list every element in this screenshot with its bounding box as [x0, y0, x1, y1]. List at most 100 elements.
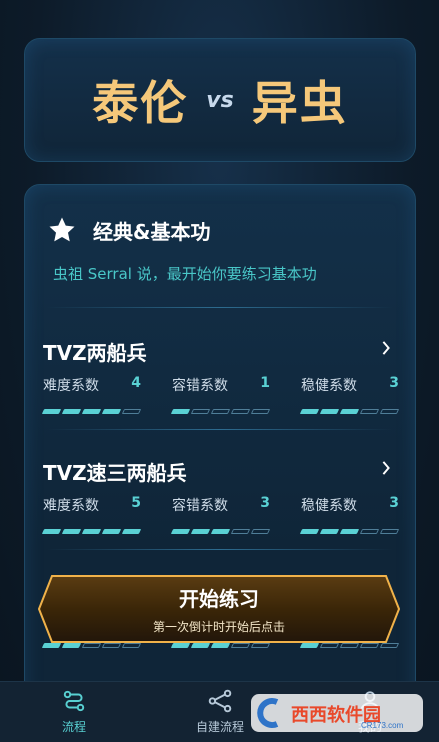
level-segment: [299, 643, 320, 648]
level-segment: [101, 643, 122, 648]
level-segment: [121, 529, 142, 534]
tab-custom-flow[interactable]: 自建流程: [180, 682, 260, 742]
stat-value: 1: [260, 375, 270, 391]
level-bar: [170, 409, 271, 414]
level-segment: [210, 643, 231, 648]
level-segment: [379, 643, 400, 648]
level-segment: [81, 529, 102, 534]
level-segment: [319, 643, 340, 648]
section-header: 经典&基本功: [47, 215, 210, 245]
level-segment: [339, 409, 360, 414]
level-segment: [210, 529, 231, 534]
watermark-url: CR173.com: [361, 721, 404, 730]
level-segment: [379, 409, 400, 414]
level-segment: [81, 409, 102, 414]
level-segment: [230, 529, 251, 534]
level-segment: [319, 409, 340, 414]
tab-label: 流程: [61, 720, 86, 734]
level-segment: [359, 529, 380, 534]
level-segment: [379, 529, 400, 534]
exercise-stats: [41, 643, 400, 648]
section-title: 经典&基本功: [93, 219, 211, 244]
level-segment: [121, 409, 142, 414]
level-segment: [121, 643, 142, 648]
exercise-item-partial: [41, 643, 400, 663]
tab-label: 自建流程: [195, 720, 244, 734]
stat-label: 难度系数: [43, 378, 99, 394]
stat-stability: 稳健系数 3: [299, 495, 400, 534]
level-bar: [170, 643, 271, 648]
level-segment: [339, 643, 360, 648]
level-segment: [170, 643, 191, 648]
stat-difficulty: 难度系数 5: [41, 495, 142, 534]
level-segment: [61, 643, 82, 648]
exercise-stats: 难度系数 5 容错系数 3 稳健系数 3: [41, 495, 400, 534]
watermark-graphic: 西西软件园 CR173.com: [251, 694, 423, 732]
chevron-right-icon: [382, 461, 390, 475]
star-icon: [49, 217, 75, 242]
level-segment: [319, 529, 340, 534]
flow-icon: [63, 690, 85, 712]
level-segment: [299, 409, 320, 414]
divider: [47, 429, 393, 430]
right-race-title: 异虫: [251, 76, 348, 130]
level-segment: [339, 529, 360, 534]
level-segment: [250, 643, 271, 648]
level-segment: [359, 643, 380, 648]
level-segment: [299, 529, 320, 534]
stat-partial: [299, 643, 400, 648]
level-segment: [359, 409, 380, 414]
vs-label: vs: [206, 87, 234, 113]
exercise-item[interactable]: TVZ两船兵 难度系数 4 容错系数 1 稳健系数 3: [41, 337, 400, 427]
start-practice-button[interactable]: 开始练习 第一次倒计时开始后点击: [38, 575, 400, 643]
divider: [47, 549, 393, 550]
level-segment: [41, 643, 62, 648]
exercise-stats: 难度系数 4 容错系数 1 稳健系数 3: [41, 375, 400, 414]
level-bar: [41, 529, 142, 534]
stat-label: 稳健系数: [301, 378, 357, 394]
watermark-logo: 西西软件园 CR173.com: [251, 690, 423, 734]
level-segment: [190, 643, 211, 648]
start-button-hint: 第一次倒计时开始后点击: [152, 620, 285, 634]
level-bar: [299, 529, 400, 534]
share-icon: [208, 689, 232, 713]
chevron-right-icon: [382, 341, 390, 355]
level-bar: [170, 529, 271, 534]
level-segment: [61, 529, 82, 534]
level-segment: [230, 643, 251, 648]
level-segment: [81, 643, 102, 648]
level-segment: [190, 529, 211, 534]
level-segment: [170, 529, 191, 534]
matchup-header: 泰伦 vs 异虫: [24, 38, 416, 162]
exercise-item[interactable]: TVZ速三两船兵 难度系数 5 容错系数 3 稳健系数 3: [41, 457, 400, 547]
exercise-name: TVZ两船兵: [43, 341, 147, 365]
stat-stability: 稳健系数 3: [299, 375, 400, 414]
stat-value: 3: [260, 495, 270, 511]
start-button-label: 开始练习: [179, 587, 259, 611]
level-segment: [101, 529, 122, 534]
stat-tolerance: 容错系数 1: [170, 375, 271, 414]
level-bar: [299, 643, 400, 648]
stat-value: 5: [131, 495, 141, 511]
section-subtitle: 虫祖 Serral 说，最开始你要练习基本功: [53, 265, 317, 283]
stat-label: 难度系数: [43, 498, 99, 514]
stat-value: 3: [389, 375, 399, 391]
level-segment: [250, 409, 271, 414]
level-segment: [210, 409, 231, 414]
left-race-title: 泰伦: [92, 76, 189, 130]
tab-flow[interactable]: 流程: [34, 682, 114, 742]
stat-value: 3: [389, 495, 399, 511]
level-segment: [61, 409, 82, 414]
level-bar: [41, 643, 142, 648]
level-bar: [41, 409, 142, 414]
level-segment: [230, 409, 251, 414]
stat-partial: [41, 643, 142, 648]
divider: [47, 307, 393, 308]
stat-label: 稳健系数: [301, 498, 357, 514]
stat-tolerance: 容错系数 3: [170, 495, 271, 534]
level-segment: [170, 409, 191, 414]
stat-difficulty: 难度系数 4: [41, 375, 142, 414]
level-segment: [41, 409, 62, 414]
level-segment: [101, 409, 122, 414]
level-segment: [41, 529, 62, 534]
